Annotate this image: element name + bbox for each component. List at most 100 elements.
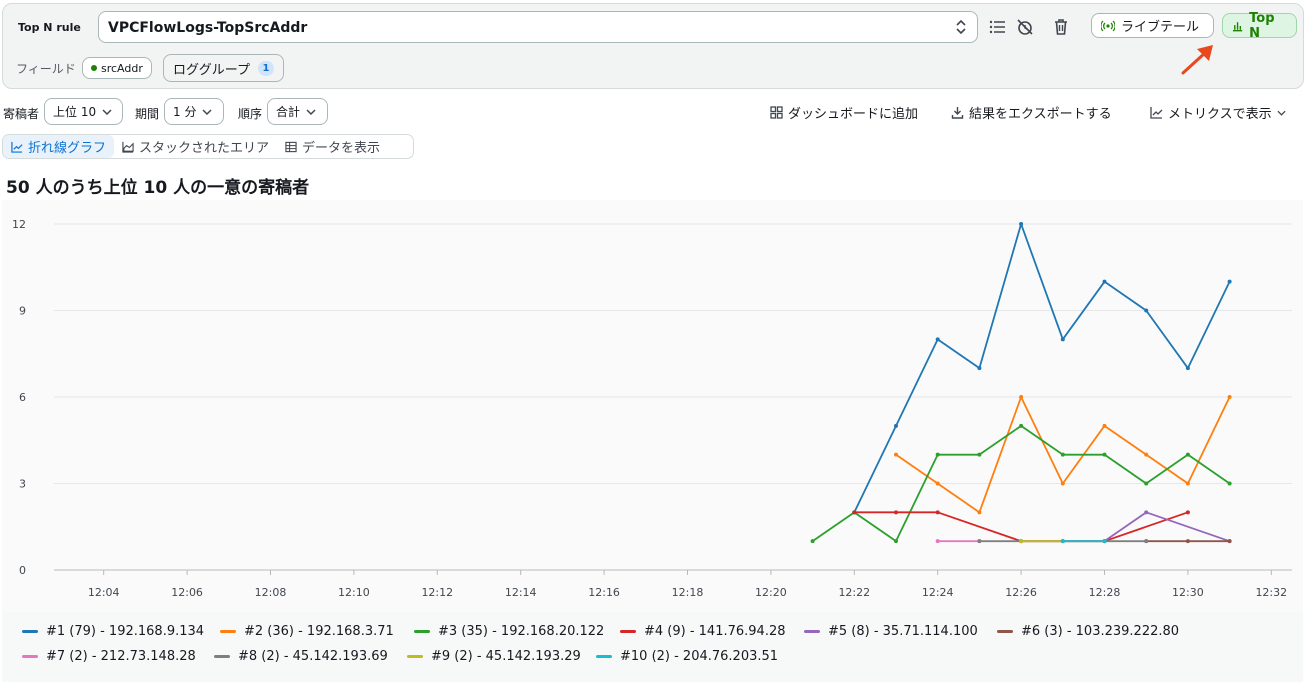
data-point[interactable] xyxy=(894,452,898,457)
legend-item[interactable]: #1 (79) - 192.168.9.134 xyxy=(22,624,204,639)
data-point[interactable] xyxy=(1102,452,1107,457)
data-point[interactable] xyxy=(1102,279,1107,284)
series-line-4 xyxy=(854,511,1189,543)
legend-swatch xyxy=(407,655,423,658)
log-group-count-badge: 1 xyxy=(257,60,274,76)
tab-line-chart-label: 折れ線グラフ xyxy=(28,141,107,156)
updown-chevron-icon xyxy=(956,19,966,35)
data-point[interactable] xyxy=(1102,539,1107,544)
trash-icon[interactable] xyxy=(1051,17,1071,37)
order-select[interactable]: 合計 xyxy=(267,98,328,125)
data-point[interactable] xyxy=(1185,481,1190,486)
list-icon[interactable] xyxy=(988,17,1008,37)
data-point[interactable] xyxy=(1185,452,1190,457)
legend-item[interactable]: #4 (9) - 141.76.94.28 xyxy=(620,624,786,639)
add-to-dashboard-label: ダッシュボードに追加 xyxy=(788,107,919,122)
data-point[interactable] xyxy=(1227,279,1232,284)
period-value: 1 分 xyxy=(173,105,197,119)
live-tail-label: ライブテール xyxy=(1121,20,1200,35)
data-point[interactable] xyxy=(1227,539,1232,544)
log-group-button[interactable]: ロググループ 1 xyxy=(163,54,284,82)
data-point[interactable] xyxy=(1060,337,1065,342)
chart-area: 0 3 6 9 12 12:04 12:06 12:08 12:10 12:12 12:14 12:1… xyxy=(2,200,1303,612)
add-to-dashboard-button[interactable]: ダッシュボードに追加 xyxy=(770,103,918,122)
legend-label: #4 (9) - 141.76.94.28 xyxy=(644,624,786,639)
table-icon xyxy=(285,141,297,152)
data-point[interactable] xyxy=(1060,481,1065,486)
export-results-button[interactable]: 結果をエクスポートする xyxy=(951,103,1112,122)
chevron-down-icon xyxy=(1277,110,1286,116)
tab-stacked-area[interactable]: スタックされたエリア xyxy=(114,135,277,158)
legend-swatch xyxy=(804,630,820,633)
data-point[interactable] xyxy=(977,510,982,515)
data-point[interactable] xyxy=(1019,222,1024,226)
data-point[interactable] xyxy=(1227,395,1232,399)
view-in-metrics-label: メトリクスで表示 xyxy=(1168,107,1272,122)
data-point[interactable] xyxy=(810,539,815,544)
data-point[interactable] xyxy=(1060,539,1065,544)
legend-item[interactable]: #9 (2) - 45.142.193.29 xyxy=(407,649,581,664)
legend-item[interactable]: #10 (2) - 204.76.203.51 xyxy=(596,649,778,664)
tab-line-chart[interactable]: 折れ線グラフ xyxy=(3,135,115,158)
data-point[interactable] xyxy=(1019,539,1024,544)
legend-label: #1 (79) - 192.168.9.134 xyxy=(46,624,205,639)
legend-label: #7 (2) - 212.73.148.28 xyxy=(46,649,196,664)
data-point[interactable] xyxy=(1144,308,1149,313)
data-point[interactable] xyxy=(1144,481,1149,486)
data-point[interactable] xyxy=(1185,366,1190,371)
x-tick-label: 12:08 xyxy=(255,586,287,599)
data-point[interactable] xyxy=(977,366,982,371)
data-point[interactable] xyxy=(935,337,940,342)
period-label: 期間 xyxy=(135,107,160,121)
data-point[interactable] xyxy=(894,423,898,428)
data-point[interactable] xyxy=(935,510,940,515)
order-value: 合計 xyxy=(276,105,301,119)
data-point[interactable] xyxy=(1019,395,1024,399)
legend-item[interactable]: #2 (36) - 192.168.3.71 xyxy=(220,624,394,639)
tab-view-data[interactable]: データを表示 xyxy=(277,135,388,158)
data-point[interactable] xyxy=(935,452,940,457)
contributors-select[interactable]: 上位 10 xyxy=(44,98,123,125)
tab-view-data-label: データを表示 xyxy=(302,141,381,156)
chart-title: 50 人のうち上位 10 人の一意の寄稿者 xyxy=(6,178,310,198)
data-point[interactable] xyxy=(1060,452,1065,457)
data-point[interactable] xyxy=(1185,510,1190,515)
view-in-metrics-button[interactable]: メトリクスで表示 xyxy=(1150,103,1286,122)
field-label: フィールド xyxy=(16,62,76,76)
legend-item[interactable]: #5 (8) - 35.71.114.100 xyxy=(804,624,978,639)
data-point[interactable] xyxy=(977,452,982,457)
field-token[interactable]: srcAddr xyxy=(82,57,152,79)
legend-item[interactable]: #8 (2) - 45.142.193.69 xyxy=(214,649,388,664)
data-point[interactable] xyxy=(1144,452,1149,457)
area-chart-icon xyxy=(122,141,134,153)
live-tail-button[interactable]: ライブテール xyxy=(1091,13,1214,38)
data-point[interactable] xyxy=(1185,539,1190,544)
series-line-1 xyxy=(853,223,1231,513)
disable-alarm-icon[interactable] xyxy=(1015,17,1035,37)
rule-select[interactable]: VPCFlowLogs-TopSrcAddr xyxy=(98,11,978,43)
order-label: 順序 xyxy=(238,107,263,121)
data-point[interactable] xyxy=(1227,481,1232,486)
top-n-button[interactable]: Top N xyxy=(1222,11,1297,41)
legend-item[interactable]: #6 (3) - 103.239.222.80 xyxy=(997,624,1179,639)
download-icon xyxy=(951,107,964,119)
data-point[interactable] xyxy=(977,539,982,544)
contributors-label: 寄稿者 xyxy=(3,107,40,121)
data-point[interactable] xyxy=(1144,510,1149,515)
data-point[interactable] xyxy=(1019,423,1024,428)
data-point[interactable] xyxy=(1102,423,1107,428)
chevron-down-icon xyxy=(102,108,112,115)
period-select[interactable]: 1 分 xyxy=(164,98,224,125)
legend-item[interactable]: #7 (2) - 212.73.148.28 xyxy=(22,649,196,664)
data-point[interactable] xyxy=(852,510,857,515)
legend-label: #2 (36) - 192.168.3.71 xyxy=(244,624,394,639)
legend-label: #10 (2) - 204.76.203.51 xyxy=(620,649,779,664)
legend-item[interactable]: #3 (35) - 192.168.20.122 xyxy=(414,624,604,639)
chart-type-segmented-control: 折れ線グラフ スタックされたエリア データを表示 xyxy=(2,134,414,159)
data-point[interactable] xyxy=(935,481,940,486)
data-point[interactable] xyxy=(935,539,940,544)
data-point[interactable] xyxy=(1144,539,1149,544)
data-point[interactable] xyxy=(894,539,898,544)
rule-select-value: VPCFlowLogs-TopSrcAddr xyxy=(108,20,308,36)
data-point[interactable] xyxy=(894,510,898,515)
